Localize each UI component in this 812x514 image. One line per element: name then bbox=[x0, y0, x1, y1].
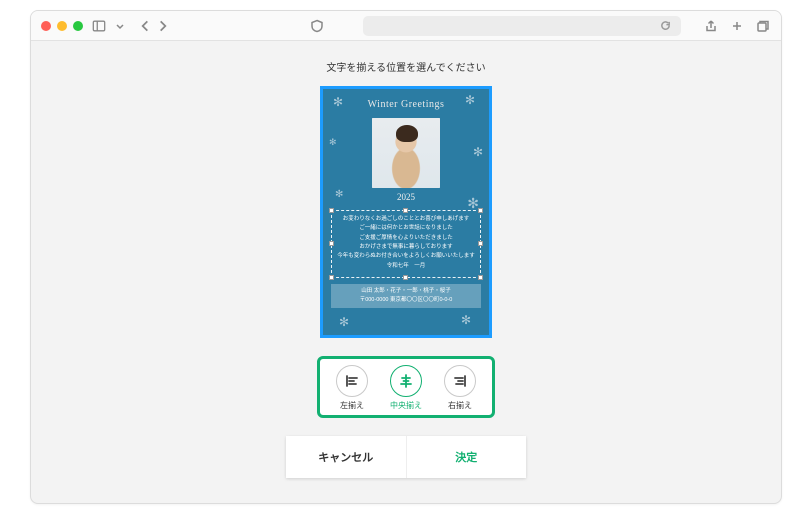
content-area: 文字を揃える位置を選んでください ✻ ✻ ✻ ✻ ✻ ✻ ✻ ✻ Winter … bbox=[31, 41, 781, 503]
zoom-icon[interactable] bbox=[73, 21, 83, 31]
align-left-button[interactable]: 左揃え bbox=[330, 365, 374, 411]
resize-handle[interactable] bbox=[403, 208, 408, 213]
window-controls bbox=[41, 21, 83, 31]
card-text-line: 今年も変わらぬお付き合いをよろしくお願いいたします bbox=[334, 252, 478, 261]
card-title: Winter Greetings bbox=[323, 99, 489, 110]
forward-icon[interactable] bbox=[155, 18, 171, 34]
card-names: 山田 太郎・花子・一郎・桃子・桜子 bbox=[333, 287, 479, 296]
align-left-icon bbox=[344, 373, 360, 389]
url-bar[interactable] bbox=[363, 16, 681, 36]
minimize-icon[interactable] bbox=[57, 21, 67, 31]
resize-handle[interactable] bbox=[478, 275, 483, 280]
browser-window: 文字を揃える位置を選んでください ✻ ✻ ✻ ✻ ✻ ✻ ✻ ✻ Winter … bbox=[30, 10, 782, 504]
resize-handle[interactable] bbox=[403, 275, 408, 280]
align-right-button[interactable]: 右揃え bbox=[438, 365, 482, 411]
new-tab-icon[interactable] bbox=[729, 18, 745, 34]
resize-handle[interactable] bbox=[478, 208, 483, 213]
card-names-block: 山田 太郎・花子・一郎・桃子・桜子 〒000-0000 東京都〇〇区〇〇町0-0… bbox=[331, 284, 481, 308]
card-text-line: おかげさまで無事に暮らしております bbox=[334, 243, 478, 252]
shield-icon[interactable] bbox=[309, 18, 325, 34]
reload-icon[interactable] bbox=[660, 20, 671, 31]
resize-handle[interactable] bbox=[329, 208, 334, 213]
confirm-button[interactable]: 決定 bbox=[407, 436, 527, 478]
cancel-button[interactable]: キャンセル bbox=[286, 436, 407, 478]
resize-handle[interactable] bbox=[478, 241, 483, 246]
card-year: 2025 bbox=[323, 192, 489, 202]
resize-handle[interactable] bbox=[329, 241, 334, 246]
align-right-label: 右揃え bbox=[448, 400, 472, 411]
card-text-line: お変わりなくお過ごしのこととお喜び申しあげます bbox=[334, 215, 478, 224]
back-icon[interactable] bbox=[137, 18, 153, 34]
card-text-line: 令和七年 一月 bbox=[334, 262, 478, 271]
titlebar bbox=[31, 11, 781, 41]
action-footer: キャンセル 決定 bbox=[286, 436, 526, 478]
tabs-icon[interactable] bbox=[755, 18, 771, 34]
align-center-label: 中央揃え bbox=[390, 400, 422, 411]
card-text-line: ご支援ご厚情を心よりいただきました bbox=[334, 234, 478, 243]
instruction-text: 文字を揃える位置を選んでください bbox=[326, 59, 485, 74]
resize-handle[interactable] bbox=[329, 275, 334, 280]
card-text-selection[interactable]: お変わりなくお過ごしのこととお喜び申しあげます ご一緒には何かとお世話になりまし… bbox=[331, 210, 481, 278]
close-icon[interactable] bbox=[41, 21, 51, 31]
dropdown-caret-icon[interactable] bbox=[115, 18, 125, 34]
align-right-icon bbox=[452, 373, 468, 389]
card-text-line: ご一緒には何かとお世話になりました bbox=[334, 224, 478, 233]
card-photo bbox=[372, 118, 440, 188]
share-icon[interactable] bbox=[703, 18, 719, 34]
align-center-button[interactable]: 中央揃え bbox=[384, 365, 428, 411]
align-left-label: 左揃え bbox=[340, 400, 364, 411]
card-address: 〒000-0000 東京都〇〇区〇〇町0-0-0 bbox=[333, 296, 479, 305]
alignment-panel: 左揃え 中央揃え 右揃え bbox=[317, 356, 495, 418]
postcard-preview: ✻ ✻ ✻ ✻ ✻ ✻ ✻ ✻ Winter Greetings 2025 お変… bbox=[320, 86, 492, 338]
sidebar-toggle-icon[interactable] bbox=[91, 18, 107, 34]
align-center-icon bbox=[398, 373, 414, 389]
